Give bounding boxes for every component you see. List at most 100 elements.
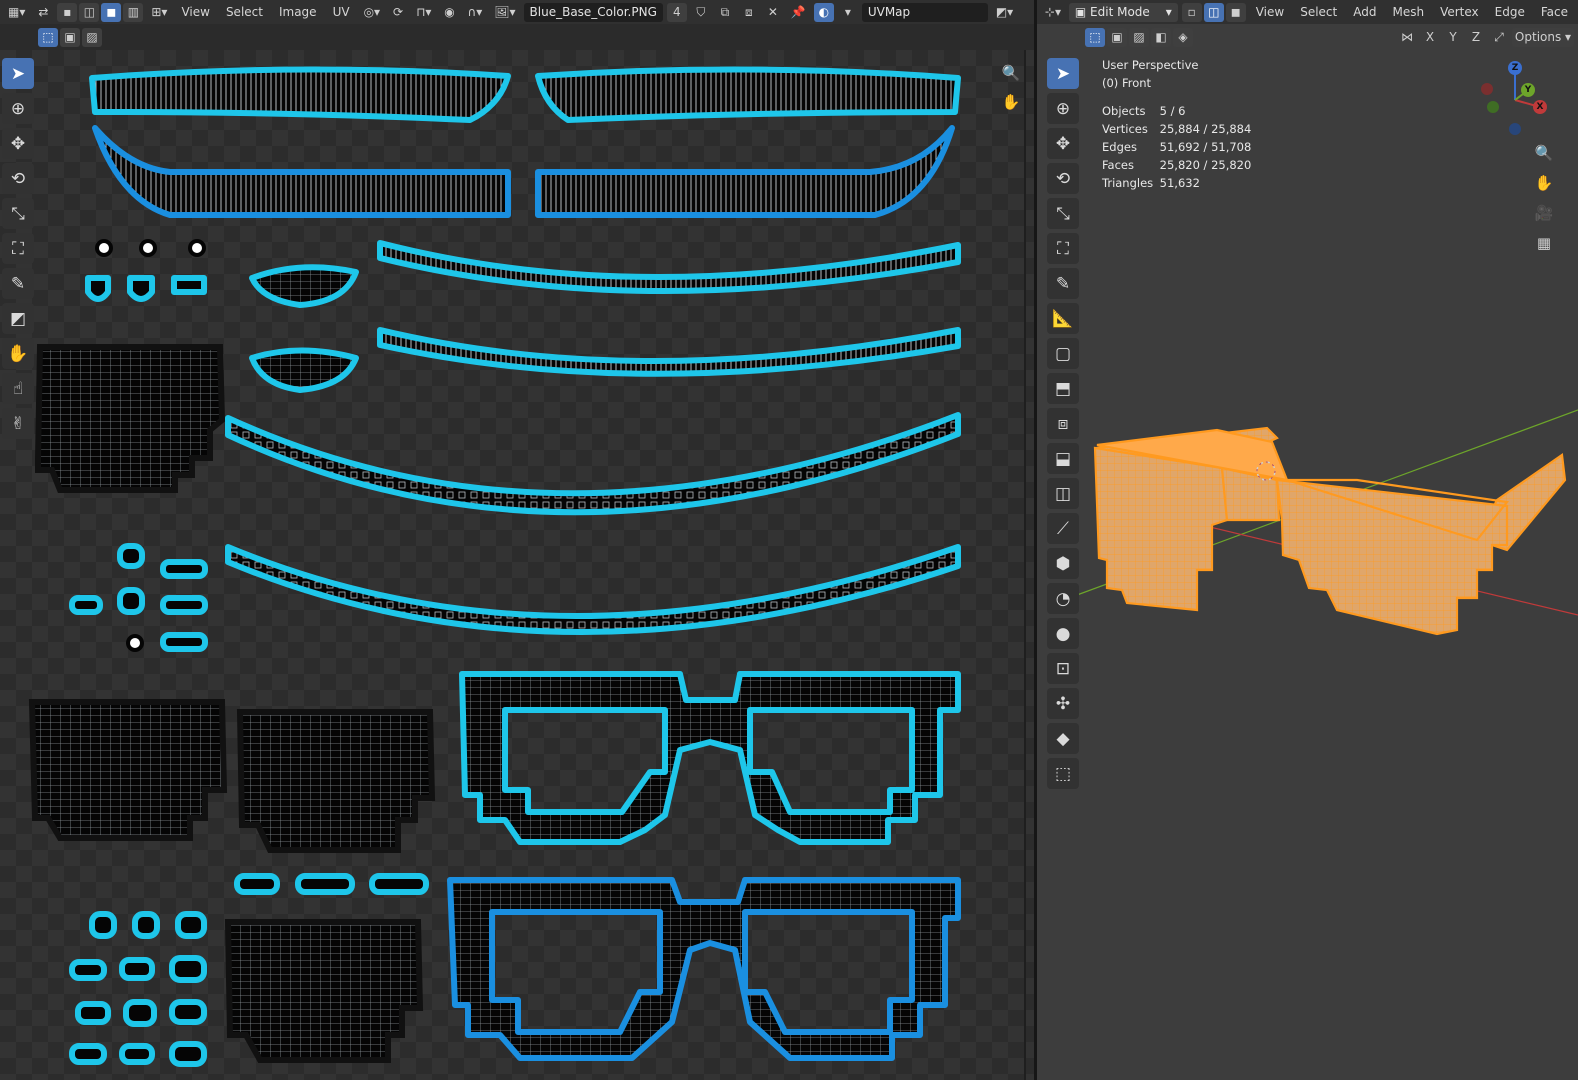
pivot-icon[interactable]: ◎▾ <box>360 3 385 22</box>
menu-face[interactable]: Face <box>1535 5 1574 19</box>
mirror-icon[interactable]: ⋈ <box>1397 28 1417 47</box>
camera-icon[interactable]: 🎥 <box>1531 200 1557 226</box>
menu-select[interactable]: Select <box>1294 5 1343 19</box>
zoom-icon[interactable]: 🔍 <box>998 60 1024 86</box>
sync-selection-icon[interactable]: ⇄ <box>33 3 53 22</box>
select-box-tool-icon[interactable]: ➤ <box>2 58 34 89</box>
knife-tool-icon[interactable]: ⟋ <box>1047 513 1079 544</box>
select-new-icon[interactable]: ⬚ <box>1085 27 1105 47</box>
select-subtract-icon[interactable]: ▨ <box>82 27 102 47</box>
viewport-scene[interactable] <box>1037 50 1578 1080</box>
extrude-tool-icon[interactable]: ⬒ <box>1047 373 1079 404</box>
scale-tool-icon[interactable]: ⤡ <box>2 198 34 229</box>
snap-icon[interactable]: ⟳ <box>388 3 408 22</box>
gizmo-z-axis[interactable]: Z <box>1508 61 1522 75</box>
inset-tool-icon[interactable]: ⧈ <box>1047 408 1079 439</box>
overlays-dropdown-icon[interactable]: ▾ <box>838 3 858 22</box>
uv-canvas[interactable] <box>0 50 1034 1080</box>
edge-mode-icon[interactable]: ◫ <box>1203 2 1224 22</box>
vertex-mode-icon[interactable]: ▫ <box>1181 2 1202 22</box>
grab-tool-icon[interactable]: ✋ <box>2 338 34 369</box>
select-extend-icon[interactable]: ▣ <box>1107 27 1127 47</box>
display-channels-icon[interactable]: ◩▾ <box>992 3 1017 22</box>
mode-dropdown[interactable]: ▣ Edit Mode ▾ <box>1068 2 1178 22</box>
pin-icon[interactable]: 📌 <box>787 3 810 22</box>
move-tool-icon[interactable]: ✥ <box>1047 128 1079 159</box>
gizmo-neg-z[interactable] <box>1509 123 1521 135</box>
snap-target-icon[interactable]: ⊓▾ <box>412 3 435 22</box>
menu-uv[interactable]: UV <box>327 5 356 19</box>
menu-select[interactable]: Select <box>220 5 269 19</box>
zoom-icon[interactable]: 🔍 <box>1531 140 1557 166</box>
menu-view[interactable]: View <box>1250 5 1290 19</box>
measure-tool-icon[interactable]: 📐 <box>1047 303 1079 334</box>
sticky-selection-icon[interactable]: ⊞▾ <box>147 3 171 22</box>
move-tool-icon[interactable]: ✥ <box>2 128 34 159</box>
spin-tool-icon[interactable]: ◔ <box>1047 583 1079 614</box>
pinch-tool-icon[interactable]: ✌ <box>2 408 34 439</box>
menu-add[interactable]: Add <box>1347 5 1382 19</box>
duplicate-image-icon[interactable]: ⧉ <box>715 3 735 22</box>
rip-region-tool-icon[interactable]: ⬚ <box>1047 758 1079 789</box>
rotate-tool-icon[interactable]: ⟲ <box>2 163 34 194</box>
pan-hand-icon[interactable]: ✋ <box>1531 170 1557 196</box>
annotate-tool-icon[interactable]: ✎ <box>1047 268 1079 299</box>
axis-x-toggle[interactable]: X <box>1420 28 1440 47</box>
transform-tool-icon[interactable]: ⛶ <box>1047 233 1079 264</box>
transform-tool-icon[interactable]: ⛶ <box>2 233 34 264</box>
island-select-icon[interactable]: ▥ <box>123 2 144 22</box>
shrink-fatten-tool-icon[interactable]: ✣ <box>1047 688 1079 719</box>
select-extend-icon[interactable]: ▣ <box>60 27 80 47</box>
select-invert-icon[interactable]: ◧ <box>1151 27 1171 47</box>
vertex-select-icon[interactable]: ▪ <box>57 2 78 22</box>
3d-viewport[interactable]: ⊹▾ ▣ Edit Mode ▾ ▫ ◫ ◼ View Select Add M… <box>1037 0 1578 1080</box>
select-intersect-icon[interactable]: ◈ <box>1173 27 1193 47</box>
relax-tool-icon[interactable]: ☝ <box>2 373 34 404</box>
poly-build-tool-icon[interactable]: ⬢ <box>1047 548 1079 579</box>
editor-type-icon[interactable]: ▦▾ <box>4 3 29 22</box>
gizmo-x-axis[interactable]: X <box>1533 100 1547 114</box>
gizmo-neg-x[interactable] <box>1481 83 1493 95</box>
gizmo-neg-y[interactable] <box>1487 101 1499 113</box>
axis-z-toggle[interactable]: Z <box>1466 28 1486 47</box>
new-image-icon[interactable]: ⧈ <box>739 3 759 22</box>
edge-slide-tool-icon[interactable]: ⊡ <box>1047 653 1079 684</box>
uvmap-field[interactable]: UVMap <box>861 2 988 22</box>
menu-edge[interactable]: Edge <box>1489 5 1531 19</box>
bevel-tool-icon[interactable]: ⬓ <box>1047 443 1079 474</box>
add-cube-tool-icon[interactable]: ▢ <box>1047 338 1079 369</box>
scale-tool-icon[interactable]: ⤡ <box>1047 198 1079 229</box>
select-box-tool-icon[interactable]: ➤ <box>1047 58 1079 89</box>
annotate-tool-icon[interactable]: ✎ <box>2 268 34 299</box>
cursor-tool-icon[interactable]: ⊕ <box>2 93 34 124</box>
menu-vertex[interactable]: Vertex <box>1434 5 1485 19</box>
loop-cut-tool-icon[interactable]: ◫ <box>1047 478 1079 509</box>
menu-mesh[interactable]: Mesh <box>1386 5 1430 19</box>
gizmo-y-axis[interactable]: Y <box>1521 83 1535 97</box>
close-icon[interactable]: ✕ <box>763 3 783 22</box>
menu-view[interactable]: View <box>175 5 215 19</box>
image-name-field[interactable]: Blue_Base_Color.PNG <box>523 2 663 22</box>
falloff-icon[interactable]: ∩▾ <box>463 3 486 22</box>
edge-select-icon[interactable]: ◫ <box>79 2 100 22</box>
fake-user-icon[interactable]: ⛉ <box>691 3 711 22</box>
editor-type-icon[interactable]: ⊹▾ <box>1041 3 1065 22</box>
perspective-grid-icon[interactable]: ▦ <box>1531 230 1557 256</box>
overlays-icon[interactable]: ◐ <box>813 2 834 22</box>
axis-y-toggle[interactable]: Y <box>1443 28 1463 47</box>
rip-region-tool-icon[interactable]: ◩ <box>2 303 34 334</box>
image-browse-icon[interactable]: 🖼▾ <box>490 3 519 22</box>
select-new-icon[interactable]: ⬚ <box>38 27 58 47</box>
cursor-tool-icon[interactable]: ⊕ <box>1047 93 1079 124</box>
pan-hand-icon[interactable]: ✋ <box>998 89 1024 115</box>
shear-tool-icon[interactable]: ◆ <box>1047 723 1079 754</box>
face-mode-icon[interactable]: ◼ <box>1225 2 1246 22</box>
uv-editor[interactable]: ▦▾ ⇄ ▪ ◫ ◼ ▥ ⊞▾ View Select Image UV ◎▾ … <box>0 0 1034 1080</box>
auto-merge-icon[interactable]: ⤢ <box>1489 28 1509 47</box>
proportional-edit-icon[interactable]: ◉ <box>439 3 459 22</box>
image-users-count[interactable]: 4 <box>666 2 687 22</box>
menu-image[interactable]: Image <box>273 5 323 19</box>
face-select-icon[interactable]: ◼ <box>101 2 122 22</box>
options-dropdown[interactable]: Options ▾ <box>1512 27 1574 47</box>
navigation-gizmo[interactable]: Z X Y <box>1467 55 1557 145</box>
